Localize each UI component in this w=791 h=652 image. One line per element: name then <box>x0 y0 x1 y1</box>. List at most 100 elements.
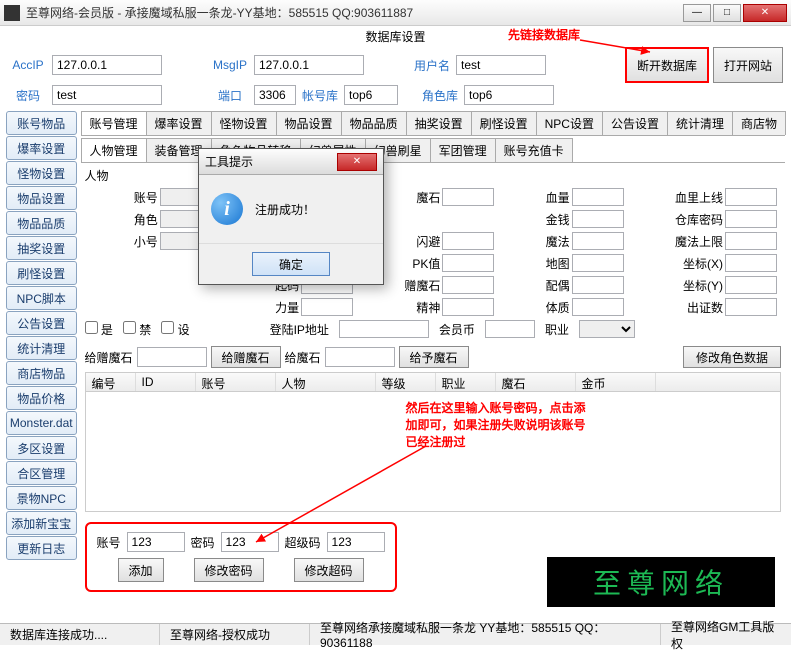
tab-top-5[interactable]: 抽奖设置 <box>406 111 472 135</box>
sidebar-item-8[interactable]: 公告设置 <box>6 311 77 335</box>
col-1[interactable]: ID <box>136 373 196 391</box>
sidebar-item-16[interactable]: 添加新宝宝 <box>6 511 77 535</box>
accip-input[interactable] <box>52 55 162 75</box>
dialog-close-button[interactable]: ✕ <box>337 153 377 171</box>
info-icon: i <box>211 193 243 225</box>
sidebar-item-14[interactable]: 合区管理 <box>6 461 77 485</box>
mod-pwd-button[interactable]: 修改密码 <box>194 558 264 582</box>
reg-pwd-input[interactable] <box>221 532 279 552</box>
col-6[interactable]: 魔石 <box>496 373 576 391</box>
tab-sub-0[interactable]: 人物管理 <box>81 138 147 162</box>
y-input[interactable] <box>725 276 777 294</box>
lbl-role: 角色 <box>85 211 158 228</box>
tab-top-9[interactable]: 统计清理 <box>667 111 733 135</box>
lbl-whpwd: 仓库密码 <box>626 211 723 228</box>
maximize-button[interactable]: □ <box>713 4 741 22</box>
gold-input[interactable] <box>572 210 624 228</box>
sidebar-item-13[interactable]: 多区设置 <box>6 436 77 460</box>
manamax-input[interactable] <box>725 232 777 250</box>
mana-input[interactable] <box>572 232 624 250</box>
chk-set-box[interactable] <box>161 321 174 334</box>
tab-top-6[interactable]: 刷怪设置 <box>471 111 537 135</box>
give-ms-input[interactable] <box>137 347 207 367</box>
sidebar-item-12[interactable]: Monster.dat <box>6 411 77 435</box>
sidebar-item-17[interactable]: 更新日志 <box>6 536 77 560</box>
hpmax-input[interactable] <box>725 188 777 206</box>
spirit-input[interactable] <box>442 298 494 316</box>
col-5[interactable]: 职业 <box>436 373 496 391</box>
reg-acc-input[interactable] <box>127 532 185 552</box>
sidebar-item-11[interactable]: 物品价格 <box>6 386 77 410</box>
disconnect-db-button[interactable]: 断开数据库 <box>625 47 709 83</box>
sidebar-item-1[interactable]: 爆率设置 <box>6 136 77 160</box>
sidebar-item-15[interactable]: 景物NPC <box>6 486 77 510</box>
modify-char-button[interactable]: 修改角色数据 <box>683 346 781 368</box>
give-ms2-input[interactable] <box>325 347 395 367</box>
col-2[interactable]: 账号 <box>196 373 276 391</box>
sidebar-item-0[interactable]: 账号物品 <box>6 111 77 135</box>
roletbl-input[interactable] <box>464 85 554 105</box>
ms-input[interactable] <box>442 188 494 206</box>
cert-input[interactable] <box>725 298 777 316</box>
pwd-input[interactable] <box>52 85 162 105</box>
sidebar-item-7[interactable]: NPC脚本 <box>6 286 77 310</box>
col-3[interactable]: 人物 <box>276 373 376 391</box>
open-site-button[interactable]: 打开网站 <box>713 47 783 83</box>
chk-is-box[interactable] <box>85 321 98 334</box>
chk-ban[interactable]: 禁 <box>123 321 151 338</box>
ip-input[interactable] <box>339 320 429 338</box>
mod-sup-button[interactable]: 修改超码 <box>294 558 364 582</box>
gift-input[interactable] <box>442 276 494 294</box>
spouse-input[interactable] <box>572 276 624 294</box>
dodge-input[interactable] <box>442 232 494 250</box>
tab-top-8[interactable]: 公告设置 <box>602 111 668 135</box>
dialog-ok-button[interactable]: 确定 <box>252 252 330 276</box>
tab-sub-5[interactable]: 军团管理 <box>430 138 496 162</box>
pk-input[interactable] <box>442 254 494 272</box>
tab-sub-6[interactable]: 账号充值卡 <box>495 138 573 162</box>
col-0[interactable]: 编号 <box>86 373 136 391</box>
add-button[interactable]: 添加 <box>118 558 164 582</box>
tab-top-10[interactable]: 商店物 <box>732 111 786 135</box>
tab-top-7[interactable]: NPC设置 <box>536 111 603 135</box>
minimize-button[interactable]: — <box>683 4 711 22</box>
tab-top-1[interactable]: 爆率设置 <box>146 111 212 135</box>
chk-is[interactable]: 是 <box>85 321 113 338</box>
msgip-input[interactable] <box>254 55 364 75</box>
port-input[interactable] <box>254 85 296 105</box>
close-button[interactable]: ✕ <box>743 4 787 22</box>
sidebar-item-3[interactable]: 物品设置 <box>6 186 77 210</box>
chk-set[interactable]: 设 <box>161 321 189 338</box>
member-input[interactable] <box>485 320 535 338</box>
register-box: 账号 密码 超级码 添加 修改密码 修改超码 <box>85 522 397 592</box>
lbl-cert: 出证数 <box>626 299 723 316</box>
tab-top-0[interactable]: 账号管理 <box>81 111 147 135</box>
tab-top-3[interactable]: 物品设置 <box>276 111 342 135</box>
give-ms-button[interactable]: 给赠魔石 <box>211 346 281 368</box>
sidebar-item-5[interactable]: 抽奖设置 <box>6 236 77 260</box>
acctbl-input[interactable] <box>344 85 398 105</box>
db-row-1: AccIP MsgIP 用户名 断开数据库 打开网站 <box>0 45 791 85</box>
str-input[interactable] <box>301 298 353 316</box>
sidebar-item-6[interactable]: 刷怪设置 <box>6 261 77 285</box>
hp-input[interactable] <box>572 188 624 206</box>
sidebar-item-4[interactable]: 物品品质 <box>6 211 77 235</box>
job-combo[interactable] <box>579 320 635 338</box>
map-input[interactable] <box>572 254 624 272</box>
chk-ban-box[interactable] <box>123 321 136 334</box>
char-header: 人物 <box>85 167 782 184</box>
tab-top-4[interactable]: 物品品质 <box>341 111 407 135</box>
table-header: 编号ID账号人物等级职业魔石金币 <box>85 372 782 392</box>
col-4[interactable]: 等级 <box>376 373 436 391</box>
sidebar-item-2[interactable]: 怪物设置 <box>6 161 77 185</box>
whpwd-input[interactable] <box>725 210 777 228</box>
sidebar-item-9[interactable]: 统计清理 <box>6 336 77 360</box>
reg-sup-input[interactable] <box>327 532 385 552</box>
user-input[interactable] <box>456 55 546 75</box>
body-input[interactable] <box>572 298 624 316</box>
tab-top-2[interactable]: 怪物设置 <box>211 111 277 135</box>
give-ms2-button[interactable]: 给予魔石 <box>399 346 469 368</box>
x-input[interactable] <box>725 254 777 272</box>
sidebar-item-10[interactable]: 商店物品 <box>6 361 77 385</box>
col-7[interactable]: 金币 <box>576 373 656 391</box>
